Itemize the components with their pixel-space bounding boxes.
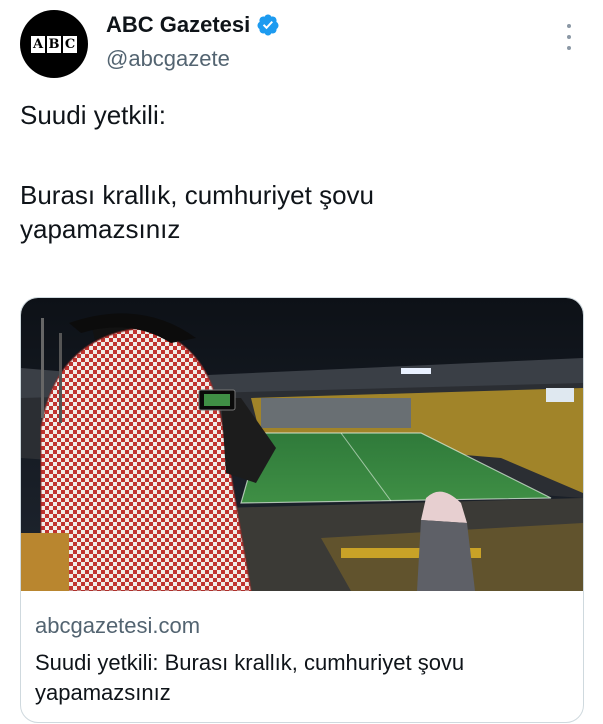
display-name[interactable]: ABC Gazetesi	[106, 12, 250, 38]
author-handle[interactable]: @abcgazete	[106, 46, 230, 72]
tweet-text: Suudi yetkili: Burası krallık, cumhuriye…	[20, 98, 580, 246]
tweet-line-2: Burası krallık, cumhuriyet şovu	[20, 180, 375, 210]
link-preview-card[interactable]: abcgazetesi.com Suudi yetkili: Burası kr…	[20, 297, 584, 723]
tweet-line-1: Suudi yetkili:	[20, 100, 166, 130]
logo-letter-c: C	[63, 35, 77, 53]
stadium-photo[interactable]	[21, 298, 583, 591]
author-name-row: ABC Gazetesi	[106, 12, 280, 38]
logo-letter-b: B	[47, 35, 61, 53]
more-options-icon[interactable]	[559, 24, 579, 50]
tweet-line-3: yapamazsınız	[20, 214, 181, 244]
avatar[interactable]: A B C	[20, 10, 88, 78]
card-domain[interactable]: abcgazetesi.com	[35, 613, 200, 639]
logo-letter-a: A	[31, 35, 45, 53]
card-title[interactable]: Suudi yetkili: Burası krallık, cumhuriye…	[35, 648, 565, 708]
verified-badge-icon	[257, 14, 279, 36]
abc-logo: A B C	[31, 35, 77, 53]
